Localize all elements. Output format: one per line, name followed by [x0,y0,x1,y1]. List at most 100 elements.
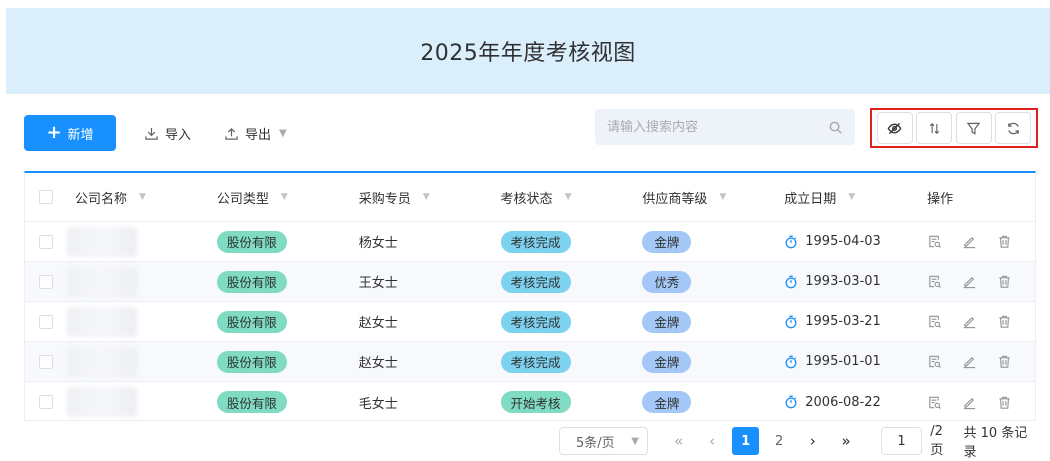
table-tools-group [870,108,1038,148]
table-header: 公司名称 ▼ 公司类型 ▼ 采购专员 ▼ 考核状态 ▼ 供应商等级 ▼ 成立日期 ▼ 操作 [25,173,1035,222]
company-type-tag: 股份有限 [216,350,287,373]
trash-icon[interactable] [997,274,1012,289]
toggle-columns-button[interactable] [876,112,913,144]
column-header[interactable]: 公司名称 ▼ [75,173,217,221]
stopwatch-icon [785,315,797,328]
total-pages: /2页 [930,424,944,458]
page-number[interactable]: 2 [765,427,793,455]
buyer-name: 王女士 [358,276,398,291]
level-badge: 优秀 [642,270,692,293]
buyer-name: 赵女士 [358,316,398,331]
founded-date: 1995-03-21 [805,314,881,329]
edit-icon[interactable] [962,314,977,329]
page-size-value: 5条/页 [576,435,615,451]
column-header[interactable]: 采购专员 ▼ [359,173,501,221]
eye-slash-icon [887,122,902,134]
add-button-label: 新增 [67,127,94,143]
goto-page-input[interactable]: 1 [880,427,923,455]
stopwatch-icon [785,235,797,248]
row-checkbox[interactable] [39,234,53,249]
sort-caret-icon[interactable]: ▼ [848,192,855,202]
status-badge: 考核完成 [500,310,571,333]
import-label: 导入 [165,127,192,143]
chevron-down-icon: ▼ [631,435,639,447]
company-name-redacted [66,266,137,297]
row-checkbox[interactable] [39,314,53,329]
page-number-current[interactable]: 1 [731,427,760,455]
page-size-select[interactable]: 5条/页 ▼ [559,427,648,455]
column-header: 操作 [927,191,954,207]
table-row[interactable]: 股份有限 毛女士 开始考核 金牌 2006-08-22 [25,382,1035,422]
edit-icon[interactable] [962,354,977,369]
export-button[interactable]: 导出 ▼ [224,115,287,151]
prev-page-icon[interactable]: ‹ [695,432,728,450]
row-checkbox[interactable] [39,354,53,369]
add-button[interactable]: + 新增 [24,115,116,151]
last-page-icon[interactable]: » [829,432,862,450]
company-type-tag: 股份有限 [216,270,287,293]
data-table: 公司名称 ▼ 公司类型 ▼ 采购专员 ▼ 考核状态 ▼ 供应商等级 ▼ 成立日期 ▼ 操作 … [24,171,1036,421]
edit-icon[interactable] [962,274,977,289]
column-header[interactable]: 考核状态 ▼ [501,173,643,221]
table-row[interactable]: 股份有限 赵女士 考核完成 金牌 1995-01-01 [25,342,1035,382]
buyer-name: 毛女士 [358,396,398,412]
stopwatch-icon [785,395,797,409]
view-detail-icon[interactable] [927,395,942,410]
view-detail-icon[interactable] [927,314,942,329]
column-header[interactable]: 公司类型 ▼ [217,173,359,221]
page-header: 2025年年度考核视图 [6,8,1050,94]
level-badge: 金牌 [642,230,692,253]
edit-icon[interactable] [962,395,977,410]
buyer-name: 赵女士 [358,356,398,371]
sort-caret-icon[interactable]: ▼ [139,192,146,202]
table-row[interactable]: 股份有限 杨女士 考核完成 金牌 1995-04-03 [25,222,1035,262]
company-type-tag: 股份有限 [216,230,287,253]
trash-icon[interactable] [997,395,1012,410]
download-icon [145,127,158,140]
page-title: 2025年年度考核视图 [420,41,636,66]
trash-icon[interactable] [997,234,1012,249]
sort-icon [929,122,939,134]
plus-icon: + [46,122,62,143]
refresh-icon [1007,122,1019,134]
import-button[interactable]: 导入 [144,115,191,151]
status-badge: 考核完成 [500,350,571,373]
sort-caret-icon[interactable]: ▼ [281,192,288,202]
search-box[interactable] [595,109,855,145]
trash-icon[interactable] [997,354,1012,369]
search-input[interactable] [607,119,828,135]
stopwatch-icon [785,355,797,368]
sort-caret-icon[interactable]: ▼ [565,192,572,202]
company-type-tag: 股份有限 [216,391,287,413]
total-records: 共 10 条记录 [963,426,1028,460]
level-badge: 金牌 [642,391,692,413]
first-page-icon[interactable]: « [662,432,695,450]
column-header[interactable]: 供应商等级 ▼ [642,173,784,221]
view-detail-icon[interactable] [927,354,942,369]
select-all-checkbox[interactable] [39,190,53,204]
row-checkbox[interactable] [39,395,53,409]
trash-icon[interactable] [997,314,1012,329]
sort-caret-icon[interactable]: ▼ [719,192,726,202]
row-checkbox[interactable] [39,274,53,289]
column-header[interactable]: 成立日期 ▼ [784,173,927,221]
company-name-redacted [66,226,137,257]
filter-button[interactable] [955,112,992,144]
edit-icon[interactable] [962,234,977,249]
next-page-icon[interactable]: › [796,432,829,450]
status-badge: 开始考核 [500,391,571,413]
table-row[interactable]: 股份有限 赵女士 考核完成 金牌 1995-03-21 [25,302,1035,342]
founded-date: 1993-03-01 [805,274,881,289]
sort-button[interactable] [916,112,953,144]
pagination: 5条/页 ▼ « ‹ 1 2 › » 1 /2页 共 10 条记录 [559,424,1039,460]
sort-caret-icon[interactable]: ▼ [423,192,430,202]
refresh-button[interactable] [995,112,1032,144]
view-detail-icon[interactable] [927,234,942,249]
company-name-redacted [66,387,137,417]
chevron-down-icon: ▼ [279,127,287,139]
filter-icon [966,122,981,135]
search-icon[interactable] [828,120,843,135]
table-row[interactable]: 股份有限 王女士 考核完成 优秀 1993-03-01 [25,262,1035,302]
view-detail-icon[interactable] [927,274,942,289]
company-name-redacted [66,346,137,377]
